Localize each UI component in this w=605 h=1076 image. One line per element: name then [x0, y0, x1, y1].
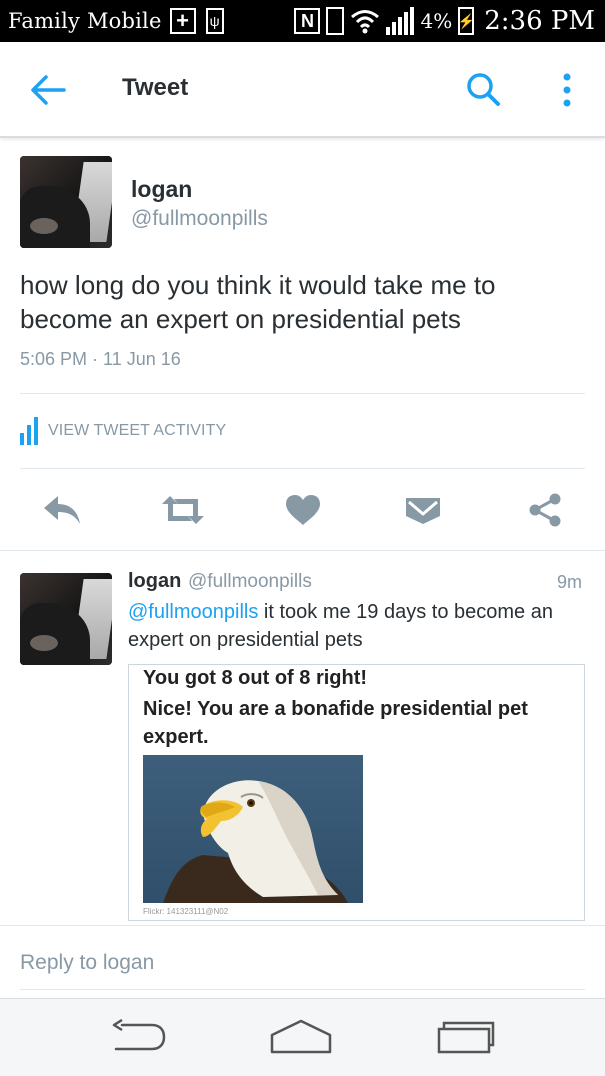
usb-icon: ψ — [205, 8, 224, 34]
vibrate-icon — [326, 7, 345, 35]
view-tweet-activity-button[interactable]: VIEW TWEET ACTIVITY — [20, 416, 226, 446]
reply-timestamp: 9m — [557, 572, 583, 592]
separator — [0, 925, 605, 926]
home-nav-icon[interactable] — [268, 1015, 334, 1059]
divider — [20, 393, 585, 394]
like-icon[interactable] — [284, 490, 322, 530]
nfc-icon: N — [294, 8, 321, 34]
analytics-bars-icon — [20, 417, 38, 445]
status-time: 2:36 PM — [484, 6, 595, 36]
avatar[interactable] — [20, 156, 112, 248]
tweet-text: how long do you think it would take me t… — [20, 270, 496, 334]
carrier-label: Family Mobile — [8, 9, 162, 33]
battery-percent: 4% — [420, 9, 453, 33]
quiz-score-text: You got 8 out of 8 right! — [143, 667, 368, 689]
retweet-icon[interactable] — [160, 490, 206, 530]
reply-text: @fullmoonpills it took me 19 days to bec… — [128, 598, 588, 654]
back-arrow-icon[interactable] — [28, 72, 68, 108]
quiz-result-text: Nice! You are a bonafide presidential pe… — [143, 698, 528, 748]
back-nav-icon[interactable] — [108, 1015, 168, 1059]
reply-icon[interactable] — [40, 490, 84, 530]
reply-input[interactable]: Reply to logan — [20, 951, 154, 975]
divider — [20, 468, 585, 469]
plus-icon: + — [169, 8, 196, 34]
tweet-author-name[interactable]: logan — [131, 176, 192, 203]
search-icon[interactable] — [464, 70, 502, 108]
reply-mention-link[interactable]: @fullmoonpills — [128, 601, 258, 623]
separator — [0, 550, 605, 551]
more-vertical-icon[interactable] — [556, 70, 578, 110]
app-bar: Tweet — [0, 42, 605, 138]
divider — [20, 989, 585, 990]
wifi-icon — [350, 8, 380, 34]
view-tweet-activity-label: VIEW TWEET ACTIVITY — [48, 422, 227, 439]
status-bar: Family Mobile + ψ N 4% ⚡ 2:36 PM — [0, 0, 605, 42]
page-title: Tweet — [122, 74, 189, 101]
message-icon[interactable] — [404, 490, 442, 530]
media-card[interactable]: You got 8 out of 8 right! Nice! You are … — [128, 664, 585, 921]
photo-credit: Flickr: 141323111@N02 — [143, 907, 229, 916]
reply-avatar[interactable] — [20, 573, 112, 665]
signal-icon — [386, 7, 415, 35]
tweet-timestamp: 5:06 PM · 11 Jun 16 — [20, 349, 181, 369]
reply-author-handle[interactable]: @fullmoonpills — [188, 571, 312, 593]
recents-nav-icon[interactable] — [436, 1015, 496, 1059]
share-icon[interactable] — [526, 490, 564, 530]
reply-author-name[interactable]: logan — [128, 570, 181, 593]
navigation-bar — [0, 998, 605, 1076]
battery-charging-icon: ⚡ — [458, 7, 475, 35]
bald-eagle-photo — [143, 755, 363, 903]
tweet-author-handle[interactable]: @fullmoonpills — [131, 207, 268, 231]
